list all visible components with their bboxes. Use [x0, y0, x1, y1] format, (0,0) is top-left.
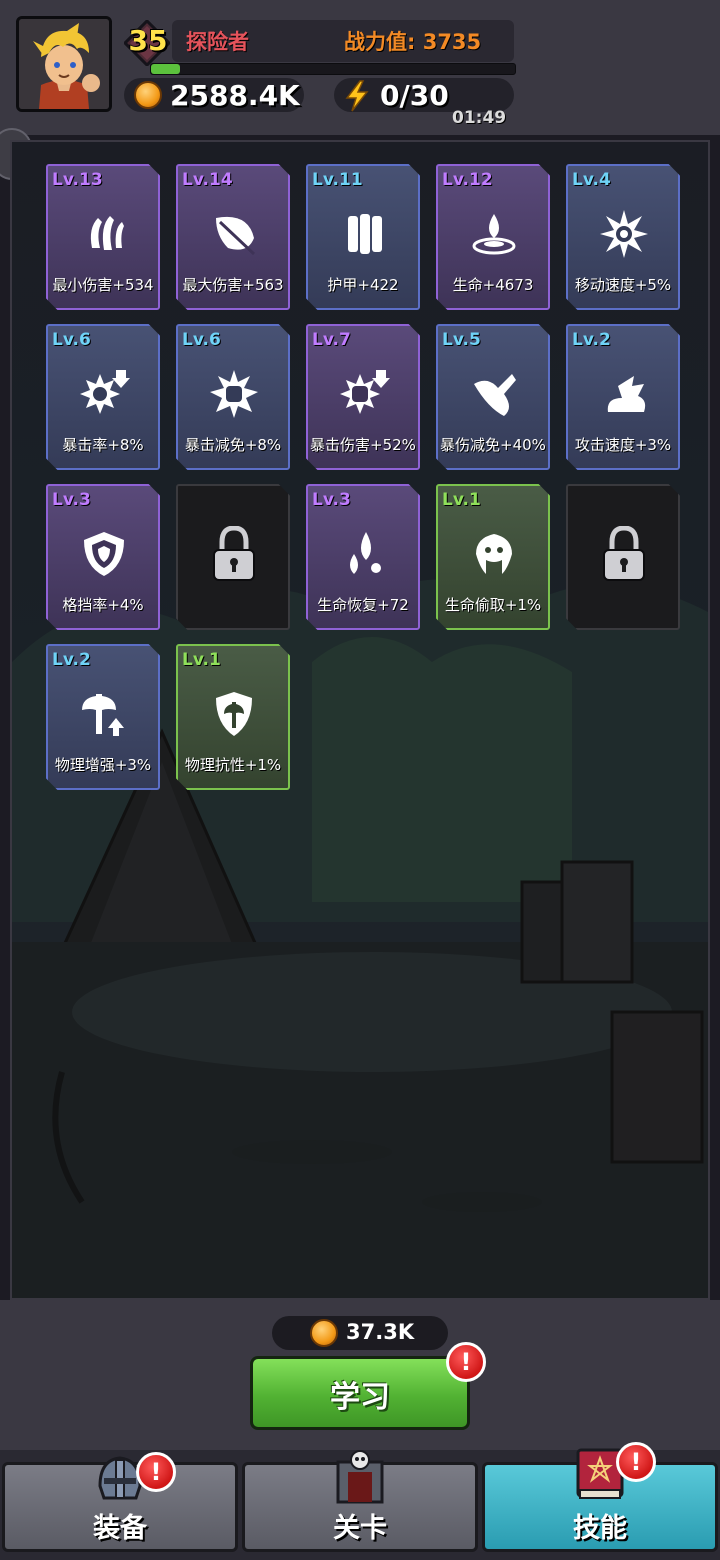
skill-level: Lv.4	[572, 170, 611, 190]
equipment-alert-badge: !	[136, 1452, 176, 1492]
skill-label: 攻击速度+3%	[574, 436, 672, 454]
lifesteal-icon	[476, 534, 512, 574]
skill-label: 生命+4673	[452, 276, 534, 294]
learn-alert-badge: !	[446, 1342, 486, 1382]
skill-label: 暴击伤害+52%	[310, 436, 416, 454]
leaf-blade-icon	[216, 216, 256, 256]
learn-button-label: 学习	[330, 1380, 390, 1415]
drops-icon	[350, 532, 381, 574]
skill-level: Lv.1	[442, 490, 481, 510]
claw-icon	[90, 216, 124, 250]
skull-gate-icon	[336, 1450, 384, 1504]
skill-level: Lv.13	[52, 170, 103, 190]
skill-card[interactable]: Lv.1 生命偷取+1%	[436, 484, 550, 630]
skill-level: Lv.2	[572, 330, 611, 350]
skill-level: Lv.1	[182, 650, 221, 670]
learn-cost-amount: 37.3K	[346, 1320, 415, 1344]
spiky-orb-icon	[600, 210, 648, 258]
skill-level: Lv.6	[52, 330, 91, 350]
skill-label: 生命偷取+1%	[444, 596, 542, 614]
skill-label: 生命恢复+72	[317, 596, 409, 614]
hero-portrait-icon	[19, 19, 109, 109]
lock-icon	[603, 526, 645, 581]
skill-level: Lv.6	[182, 330, 221, 350]
skill-card[interactable]: Lv.6 暴击减免+8%	[176, 324, 290, 470]
skill-card[interactable]: Lv.1 物理抗性+1%	[176, 644, 290, 790]
skill-card[interactable]: Lv.2 攻击速度+3%	[566, 324, 680, 470]
skill-card[interactable]: Lv.14 最大伤害+563	[176, 164, 290, 310]
skill-label: 暴击率+8%	[62, 436, 144, 454]
gold-coin-icon	[134, 81, 162, 109]
skill-label: 移动速度+5%	[574, 276, 672, 294]
player-avatar[interactable]	[16, 16, 112, 112]
skill-card[interactable]: Lv.7 暴击伤害+52%	[306, 324, 420, 470]
skill-card[interactable]: Lv.4 移动速度+5%	[566, 164, 680, 310]
skill-level: Lv.2	[52, 650, 91, 670]
gold-amount: 2588.4K	[170, 79, 300, 112]
skill-card[interactable]: Lv.3 格挡率+4%	[46, 484, 160, 630]
crit-rate-icon	[80, 370, 130, 414]
skill-card[interactable]: Lv.3 生命恢复+72	[306, 484, 420, 630]
skill-card[interactable]: Lv.13 最小伤害+534	[46, 164, 160, 310]
skill-level: Lv.3	[52, 490, 91, 510]
energy-amount: 0/30	[380, 79, 449, 112]
player-name: 探险者	[186, 30, 249, 54]
axe-shield-icon	[216, 692, 252, 736]
lightning-icon	[345, 80, 369, 112]
shield-icon	[84, 532, 124, 576]
skill-label: 暴击减免+8%	[184, 436, 282, 454]
skill-card[interactable]: Lv.5 暴伤减免+40%	[436, 324, 550, 470]
combat-power: 战力值: 3735	[344, 30, 482, 54]
skill-level: Lv.11	[312, 170, 363, 190]
skill-label: 最小伤害+534	[52, 276, 154, 294]
skill-label: 暴伤减免+40%	[440, 436, 546, 454]
tab-skills-label: 技能	[573, 1513, 627, 1544]
broken-blade-icon	[474, 374, 516, 416]
lock-icon	[213, 526, 255, 581]
skill-level: Lv.3	[312, 490, 351, 510]
skill-level: Lv.5	[442, 330, 481, 350]
gold-coin-icon	[310, 1319, 338, 1347]
xp-bar	[150, 63, 516, 75]
skill-label: 物理抗性+1%	[184, 756, 282, 774]
skill-label: 护甲+422	[327, 276, 399, 294]
wind-icon	[607, 376, 646, 412]
skill-card-locked[interactable]	[566, 484, 680, 630]
skills-alert-badge: !	[616, 1442, 656, 1482]
skill-level: Lv.12	[442, 170, 493, 190]
player-level: 35	[128, 24, 168, 57]
skill-card[interactable]: Lv.2 物理增强+3%	[46, 644, 160, 790]
fist-arrow-icon	[340, 370, 390, 414]
fist-burst-icon	[210, 370, 258, 418]
skill-level: Lv.7	[312, 330, 351, 350]
skill-label: 最大伤害+563	[182, 276, 284, 294]
skill-card[interactable]: Lv.11 护甲+422	[306, 164, 420, 310]
skill-level: Lv.14	[182, 170, 233, 190]
skill-label: 格挡率+4%	[62, 596, 144, 614]
skill-card[interactable]: Lv.12 生命+4673	[436, 164, 550, 310]
tab-equipment-label: 装备	[93, 1513, 147, 1544]
xp-bar-fill	[151, 64, 181, 74]
skill-card[interactable]: Lv.6 暴击率+8%	[46, 324, 160, 470]
droplet-icon	[472, 214, 516, 255]
skill-card-locked[interactable]	[176, 484, 290, 630]
axe-up-icon	[82, 694, 124, 736]
armor-icon	[348, 214, 382, 254]
energy-timer: 01:49	[452, 108, 507, 128]
tab-stages-label: 关卡	[333, 1513, 387, 1544]
skill-label: 物理增强+3%	[54, 756, 152, 774]
